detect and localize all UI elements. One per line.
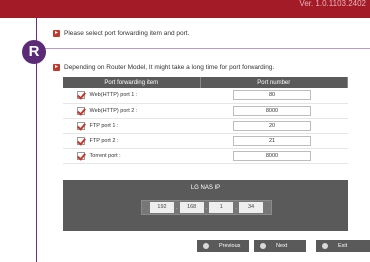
port-item-cell: FTP port 2 : xyxy=(63,133,200,149)
ip-separator: . xyxy=(205,204,208,211)
next-icon xyxy=(260,243,266,249)
port-number-cell: 21 xyxy=(200,133,348,149)
ip-address-field: 192 . 168 . 1 . 34 xyxy=(141,200,272,215)
port-item-cell: FTP port 1 : xyxy=(63,118,200,134)
table-row: Torrent port : 8000 xyxy=(63,148,348,164)
previous-button[interactable]: Previous xyxy=(197,240,249,252)
ip-octet-4[interactable]: 34 xyxy=(239,202,263,213)
table-row: FTP port 2 : 21 xyxy=(63,133,348,149)
instruction-text: Please select port forwarding item and p… xyxy=(64,30,190,37)
arrow-bullet-icon: ▸ xyxy=(53,30,60,37)
checkbox-ftp-port-2[interactable] xyxy=(77,136,85,145)
checkbox-torrent-port[interactable] xyxy=(77,151,85,160)
port-number-cell: 8000 xyxy=(200,148,348,164)
port-item-cell: Web(HTTP) port 1 : xyxy=(63,88,200,104)
column-header-item: Port forwarding item xyxy=(63,77,201,88)
instruction-router-note: ▸ Depending on Router Model, It might ta… xyxy=(53,64,274,71)
ip-octet-3[interactable]: 1 xyxy=(209,202,234,213)
table-row: Web(HTTP) port 2 : 8000 xyxy=(63,103,348,119)
column-header-port: Port number xyxy=(200,77,348,88)
port-item-label: FTP port 2 : xyxy=(89,137,119,144)
port-input-ftp-2[interactable]: 21 xyxy=(233,135,311,146)
port-item-cell: Torrent port : xyxy=(63,148,200,164)
port-item-label: FTP port 1 : xyxy=(89,122,119,129)
exit-button[interactable]: Exit xyxy=(316,240,370,252)
exit-label: Exit xyxy=(338,243,348,249)
port-number-cell: 20 xyxy=(200,118,348,134)
table-row: Web(HTTP) port 1 : 80 xyxy=(63,88,348,104)
port-number-cell: 8000 xyxy=(200,103,348,119)
port-input-ftp-1[interactable]: 20 xyxy=(233,120,311,131)
table-row: FTP port 1 : 20 xyxy=(63,118,348,134)
step-divider xyxy=(29,48,370,49)
next-button[interactable]: Next xyxy=(254,240,306,252)
instruction-text: Depending on Router Model, It might take… xyxy=(64,64,275,71)
top-banner: Ver. 1.0.1103.2402 xyxy=(0,0,370,18)
instruction-select: ▸ Please select port forwarding item and… xyxy=(53,30,189,37)
port-input-web-2[interactable]: 8000 xyxy=(233,105,311,116)
port-item-label: Web(HTTP) port 1 : xyxy=(89,92,138,99)
next-label: Next xyxy=(276,243,288,249)
ip-octet-2[interactable]: 168 xyxy=(179,202,204,213)
previous-label: Previous xyxy=(219,243,241,249)
port-input-torrent[interactable]: 8000 xyxy=(233,150,311,161)
arrow-bullet-icon: ▸ xyxy=(53,64,60,71)
port-item-cell: Web(HTTP) port 2 : xyxy=(63,103,200,119)
previous-icon xyxy=(203,243,209,249)
ip-octet-1[interactable]: 192 xyxy=(149,202,174,213)
ip-separator: . xyxy=(175,204,178,211)
port-number-cell: 80 xyxy=(200,88,348,104)
ip-separator: . xyxy=(235,204,237,211)
checkbox-web-port-2[interactable] xyxy=(77,106,85,115)
version-label: Ver. 1.0.1103.2402 xyxy=(299,0,366,8)
port-forwarding-table: Port forwarding item Port number Web(HTT… xyxy=(63,77,348,164)
checkbox-ftp-port-1[interactable] xyxy=(77,121,85,130)
port-item-label: Web(HTTP) port 2 : xyxy=(89,107,138,114)
checkbox-web-port-1[interactable] xyxy=(77,91,85,100)
nas-ip-title: LG NAS IP xyxy=(190,185,221,191)
table-header-row: Port forwarding item Port number xyxy=(63,77,348,88)
step-badge: R xyxy=(22,40,46,64)
port-input-web-1[interactable]: 80 xyxy=(233,90,311,101)
port-item-label: Torrent port : xyxy=(89,152,121,159)
nas-ip-panel: LG NAS IP 192 . 168 . 1 . 34 xyxy=(63,180,348,231)
exit-icon xyxy=(322,243,328,249)
